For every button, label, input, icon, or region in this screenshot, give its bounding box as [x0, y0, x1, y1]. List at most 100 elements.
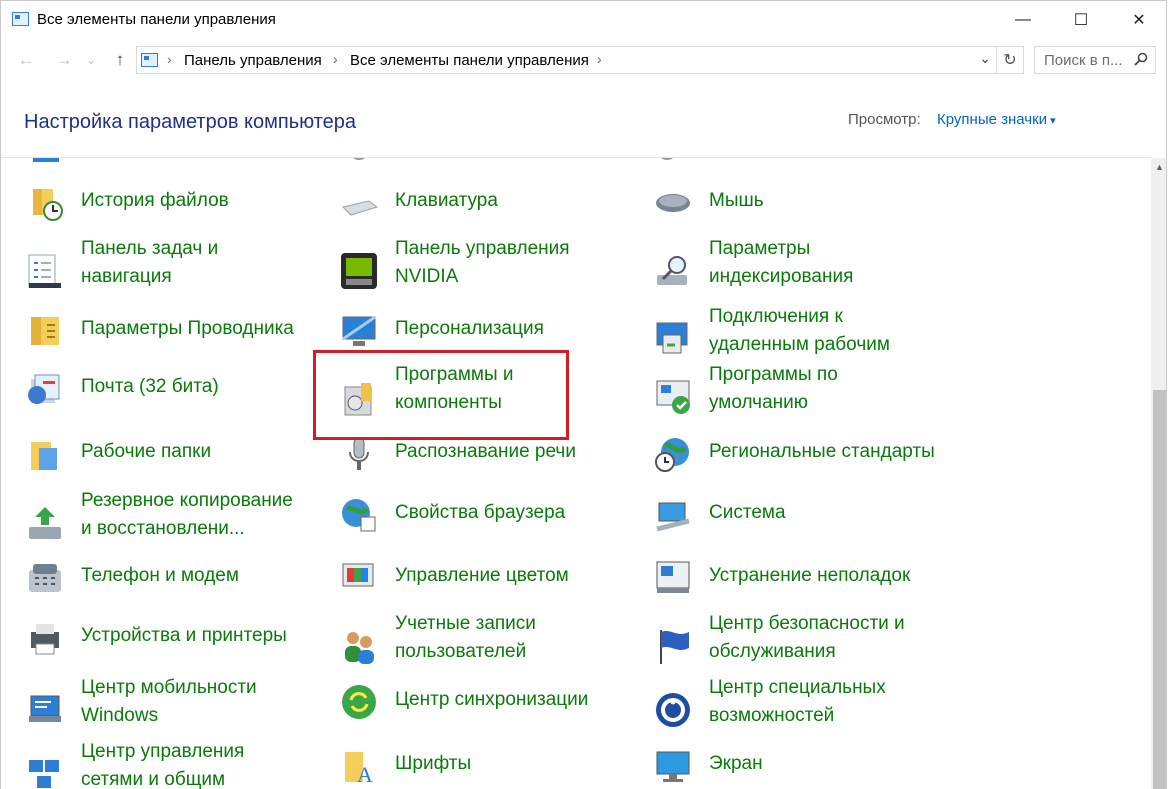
item-label-line: Шрифты: [395, 753, 472, 774]
navigation-bar: ← → ⌄ ↑ › Панель управления › Все элемен…: [1, 43, 1166, 77]
item-label[interactable]: История файлов: [81, 187, 229, 215]
control-panel-item[interactable]: История файлов: [25, 183, 325, 243]
recent-locations-button[interactable]: ⌄: [81, 43, 101, 77]
scrollbar-thumb[interactable]: [1153, 390, 1166, 789]
control-panel-item[interactable]: Региональные стандарты: [653, 434, 953, 494]
control-panel-item[interactable]: Устройства и принтеры: [25, 618, 325, 678]
control-panel-item[interactable]: Резервное копирование и восстановлени...: [25, 490, 325, 555]
control-panel-item[interactable]: Свойства браузера: [339, 495, 639, 555]
address-bar[interactable]: › Панель управления › Все элементы панел…: [136, 46, 997, 74]
control-panel-item[interactable]: Распознавание речи: [339, 434, 639, 494]
item-label[interactable]: Центр управления сетями и общим: [81, 738, 244, 789]
breadcrumb-separator[interactable]: ›: [167, 51, 172, 67]
item-label[interactable]: Центр безопасности и обслуживания: [709, 610, 905, 666]
item-label[interactable]: Параметры индексирования: [709, 235, 853, 291]
control-panel-item[interactable]: Программы по умолчанию: [653, 364, 953, 429]
minimize-button[interactable]: —: [994, 1, 1052, 39]
item-label[interactable]: Мышь: [709, 187, 764, 215]
item-label[interactable]: Региональные стандарты: [709, 438, 935, 466]
fonts-icon: A: [345, 752, 373, 786]
up-button[interactable]: ↑: [107, 43, 133, 77]
mobility-center-icon: [29, 695, 61, 722]
item-label[interactable]: Рабочие папки: [81, 438, 211, 466]
item-label-line: Windows: [81, 705, 159, 726]
item-label[interactable]: Клавиатура: [395, 187, 498, 215]
system-icon: [656, 502, 690, 532]
file-history-icon: [33, 189, 63, 221]
control-panel-item[interactable]: Центр безопасности и обслуживания: [653, 613, 953, 678]
control-panel-item[interactable]: Управление цветом: [339, 558, 639, 618]
back-button[interactable]: ←: [13, 43, 39, 77]
item-label[interactable]: Управление цветом: [395, 562, 569, 590]
item-label[interactable]: Центр специальных возможностей: [709, 674, 886, 730]
control-panel-item[interactable]: Центр мобильности Windows: [25, 677, 325, 742]
item-label-line: Устройства и принтеры: [81, 625, 287, 646]
default-programs-icon: [656, 380, 690, 414]
keyboard-icon: [342, 200, 379, 216]
item-label-line: Управление цветом: [395, 565, 569, 586]
item-label[interactable]: Система: [709, 499, 786, 527]
item-label[interactable]: Центр мобильности Windows: [81, 674, 257, 730]
item-label[interactable]: Устройства и принтеры: [81, 622, 287, 650]
item-label[interactable]: Панель задач и навигация: [81, 235, 218, 291]
item-label-line: пользователей: [395, 641, 527, 662]
search-icon[interactable]: [1134, 52, 1148, 66]
item-label[interactable]: Почта (32 бита): [81, 373, 219, 401]
item-label-line: Параметры: [709, 238, 811, 259]
control-panel-item[interactable]: Почта (32 бита): [25, 369, 325, 429]
chevron-down-icon[interactable]: ⌄: [979, 50, 991, 67]
item-label[interactable]: Распознавание речи: [395, 438, 576, 466]
breadcrumb-all-items[interactable]: Все элементы панели управления: [350, 52, 589, 69]
title-bar: Все элементы панели управления — ☐ ✕: [1, 1, 1166, 39]
control-panel-item[interactable]: Клавиатура: [339, 183, 639, 243]
breadcrumb-control-panel[interactable]: Панель управления: [184, 52, 322, 69]
item-label-line: и восстановлени...: [81, 518, 245, 539]
item-label[interactable]: Свойства браузера: [395, 499, 565, 527]
control-panel-item[interactable]: Центр синхронизации: [339, 682, 639, 742]
item-label[interactable]: Параметры Проводника: [81, 315, 294, 343]
control-panel-item[interactable]: Рабочие папки: [25, 434, 325, 494]
maximize-button[interactable]: ☐: [1052, 1, 1110, 39]
item-label[interactable]: Экран: [709, 750, 763, 778]
item-label[interactable]: Подключения к удаленным рабочим: [709, 303, 890, 359]
control-panel-item[interactable]: Панель управления NVIDIA: [339, 238, 639, 303]
control-panel-item[interactable]: Параметры Проводника: [25, 311, 325, 371]
item-label-line: Центр управления: [81, 741, 245, 762]
item-label[interactable]: Резервное копирование и восстановлени...: [81, 487, 293, 543]
personalization-icon: [342, 315, 376, 346]
control-panel-item[interactable]: Телефон и модем: [25, 558, 325, 618]
control-panel-item[interactable]: Центр управления сетями и общим: [25, 741, 325, 789]
control-panel-item[interactable]: Система: [653, 495, 953, 555]
control-panel-item[interactable]: Экран: [653, 746, 953, 789]
item-label-line: История файлов: [81, 190, 229, 211]
scroll-up-arrow[interactable]: ▲: [1151, 158, 1166, 175]
view-mode-dropdown[interactable]: Крупные значки: [937, 111, 1056, 128]
item-label[interactable]: Учетные записи пользователей: [395, 610, 536, 666]
control-panel-item[interactable]: Панель задач и навигация: [25, 238, 325, 303]
item-label[interactable]: Персонализация: [395, 315, 544, 343]
breadcrumb-separator[interactable]: ›: [333, 51, 338, 67]
forward-button[interactable]: →: [51, 43, 77, 77]
item-label[interactable]: Панель управления NVIDIA: [395, 235, 570, 291]
item-label-line: Устранение неполадок: [709, 565, 911, 586]
breadcrumb-separator[interactable]: ›: [597, 51, 602, 67]
control-panel-item[interactable]: Мышь: [653, 183, 953, 243]
search-input[interactable]: Поиск в п...: [1034, 46, 1156, 74]
item-label[interactable]: Программы по умолчанию: [709, 361, 838, 417]
control-panel-item[interactable]: A Шрифты: [339, 746, 639, 789]
item-label-line: Учетные записи: [395, 613, 536, 634]
close-button[interactable]: ✕: [1110, 1, 1166, 39]
item-label-line: Центр мобильности: [81, 677, 257, 698]
item-label[interactable]: Шрифты: [395, 750, 471, 778]
item-label[interactable]: Устранение неполадок: [709, 562, 910, 590]
control-panel-item[interactable]: Устранение неполадок: [653, 558, 953, 618]
item-label[interactable]: Телефон и модем: [81, 562, 239, 590]
vertical-scrollbar[interactable]: ▲: [1151, 158, 1166, 789]
refresh-button[interactable]: ↻: [997, 46, 1024, 74]
control-panel-item[interactable]: Центр специальных возможностей: [653, 677, 953, 742]
item-label[interactable]: Центр синхронизации: [395, 686, 588, 714]
control-panel-item[interactable]: Параметры индексирования: [653, 238, 953, 303]
item-label-line: Подключения к: [709, 306, 843, 327]
control-panel-item[interactable]: Учетные записи пользователей: [339, 613, 639, 678]
phone-modem-icon: [29, 564, 61, 592]
